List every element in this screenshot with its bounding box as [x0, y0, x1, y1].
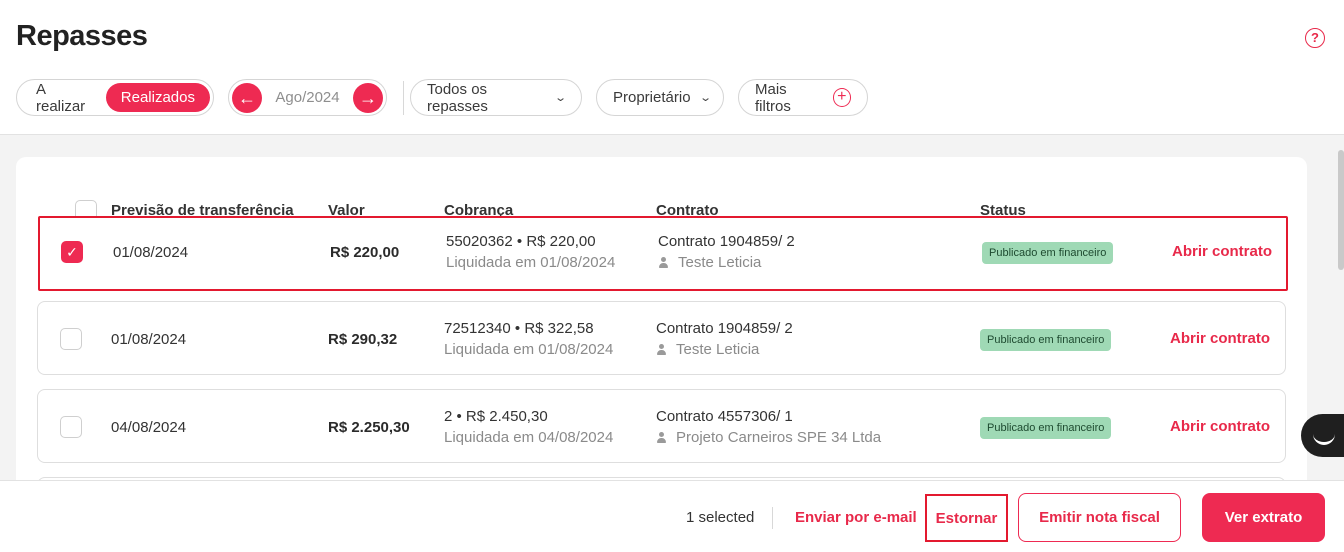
row-checkbox[interactable] — [60, 328, 82, 350]
party-name: Projeto Carneiros SPE 34 Ltda — [676, 429, 882, 446]
status-badge: Publicado em financeiro — [982, 242, 1114, 264]
issue-invoice-button[interactable]: Emitir nota fiscal — [1018, 493, 1181, 542]
toggle-realizados[interactable]: Realizados — [105, 83, 210, 112]
party-name: Teste Leticia — [678, 254, 762, 271]
scrollbar[interactable] — [1338, 150, 1344, 270]
transfer-date: 01/08/2024 — [113, 244, 189, 261]
filter-divider — [403, 81, 404, 115]
contract-id: Contrato 4557306/ 1 — [656, 408, 793, 425]
contract-party: Teste Leticia — [658, 254, 761, 271]
open-contract-link[interactable]: Abrir contrato — [1172, 243, 1272, 260]
page-header: Repasses ? A realizar Realizados ← Ago/2… — [0, 0, 1344, 135]
arrow-left-icon[interactable]: ← — [232, 82, 262, 113]
transfer-value: R$ 290,32 — [328, 331, 398, 348]
billing-id: 2 • R$ 2.450,30 — [444, 408, 548, 425]
person-icon — [656, 431, 667, 444]
help-icon[interactable]: ? — [1305, 28, 1325, 48]
status-badge: Publicado em financeiro — [980, 417, 1112, 439]
transfer-value: R$ 2.250,30 — [328, 419, 410, 436]
status-toggle: A realizar Realizados — [16, 79, 214, 116]
billing-settled: Liquidada em 01/08/2024 — [446, 254, 616, 271]
toggle-a-realizar[interactable]: A realizar — [36, 81, 92, 115]
owner-dropdown-label: Proprietário — [613, 89, 691, 106]
footer-divider — [772, 507, 773, 529]
selected-count: 1 selected — [686, 509, 755, 526]
contract-id: Contrato 1904859/ 2 — [656, 320, 793, 337]
person-icon — [658, 256, 669, 269]
status-badge: Publicado em financeiro — [980, 329, 1112, 351]
period-label: Ago/2024 — [275, 89, 340, 106]
row-checkbox[interactable]: ✓ — [61, 241, 83, 263]
billing-settled: Liquidada em 04/08/2024 — [444, 429, 614, 446]
transfer-value: R$ 220,00 — [330, 244, 400, 261]
reverse-button[interactable]: Estornar — [925, 494, 1008, 542]
transfer-date: 04/08/2024 — [111, 419, 187, 436]
chat-icon[interactable] — [1301, 414, 1344, 457]
person-icon — [656, 343, 667, 356]
repasses-dropdown-label: Todos os repasses — [427, 80, 488, 115]
table-row[interactable]: ✓ 01/08/2024 R$ 220,00 55020362 • R$ 220… — [38, 216, 1288, 291]
open-contract-link[interactable]: Abrir contrato — [1170, 418, 1270, 435]
billing-id: 72512340 • R$ 322,58 — [444, 320, 594, 337]
chevron-down-icon: ⌄ — [553, 92, 567, 104]
more-filters-button[interactable]: Mais filtros + — [738, 79, 868, 116]
contract-party: Projeto Carneiros SPE 34 Ltda — [656, 429, 881, 446]
action-footer: 1 selected Enviar por e-mail Estornar Em… — [0, 480, 1344, 552]
plus-circle-icon: + — [832, 88, 851, 107]
contract-id: Contrato 1904859/ 2 — [658, 233, 795, 250]
repasses-dropdown[interactable]: Todos os repasses ⌄ — [410, 79, 582, 116]
content-area: Previsão de transferência Valor Cobrança… — [0, 135, 1344, 480]
more-filters-label: Mais filtros — [755, 80, 791, 115]
transfer-date: 01/08/2024 — [111, 331, 187, 348]
billing-id: 55020362 • R$ 220,00 — [446, 233, 596, 250]
table-row[interactable]: 04/08/2024 R$ 2.250,30 2 • R$ 2.450,30 L… — [37, 389, 1286, 463]
page-title: Repasses — [16, 20, 148, 52]
contract-party: Teste Leticia — [656, 341, 759, 358]
chevron-down-icon: ⌄ — [698, 92, 712, 104]
owner-dropdown[interactable]: Proprietário ⌄ — [596, 79, 724, 116]
table-row[interactable]: 01/08/2024 R$ 290,32 72512340 • R$ 322,5… — [37, 301, 1286, 375]
row-checkbox[interactable] — [60, 416, 82, 438]
send-email-button[interactable]: Enviar por e-mail — [795, 509, 917, 526]
party-name: Teste Leticia — [676, 341, 760, 358]
billing-settled: Liquidada em 01/08/2024 — [444, 341, 614, 358]
view-statement-button[interactable]: Ver extrato — [1202, 493, 1325, 542]
arrow-right-icon[interactable]: → — [352, 82, 383, 113]
period-selector: ← Ago/2024 → — [228, 79, 387, 116]
open-contract-link[interactable]: Abrir contrato — [1170, 330, 1270, 347]
